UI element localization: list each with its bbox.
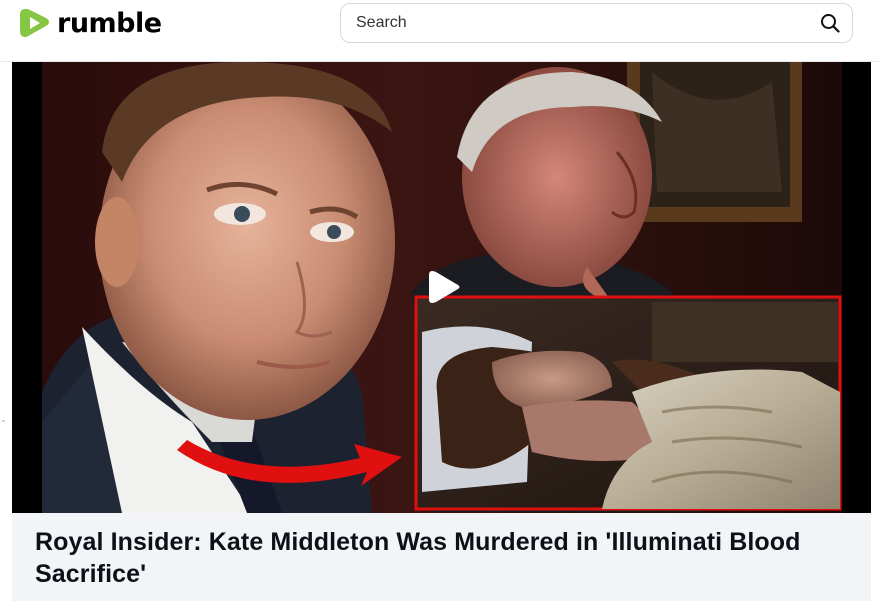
video-title-panel: Royal Insider: Kate Middleton Was Murder…: [12, 513, 871, 601]
search-button[interactable]: [808, 4, 852, 42]
video-title[interactable]: Royal Insider: Kate Middleton Was Murder…: [35, 526, 835, 590]
top-header: rumble: [0, 0, 879, 50]
search-icon: [821, 14, 840, 33]
rumble-play-logo-icon: [20, 9, 49, 37]
play-icon[interactable]: [426, 267, 462, 307]
logo-wordmark: rumble: [57, 7, 162, 39]
search-input[interactable]: [341, 4, 808, 42]
rumble-logo[interactable]: rumble: [19, 5, 162, 41]
video-player[interactable]: [12, 62, 871, 513]
edge-mark: [2, 420, 5, 422]
search-bar: [340, 3, 853, 43]
